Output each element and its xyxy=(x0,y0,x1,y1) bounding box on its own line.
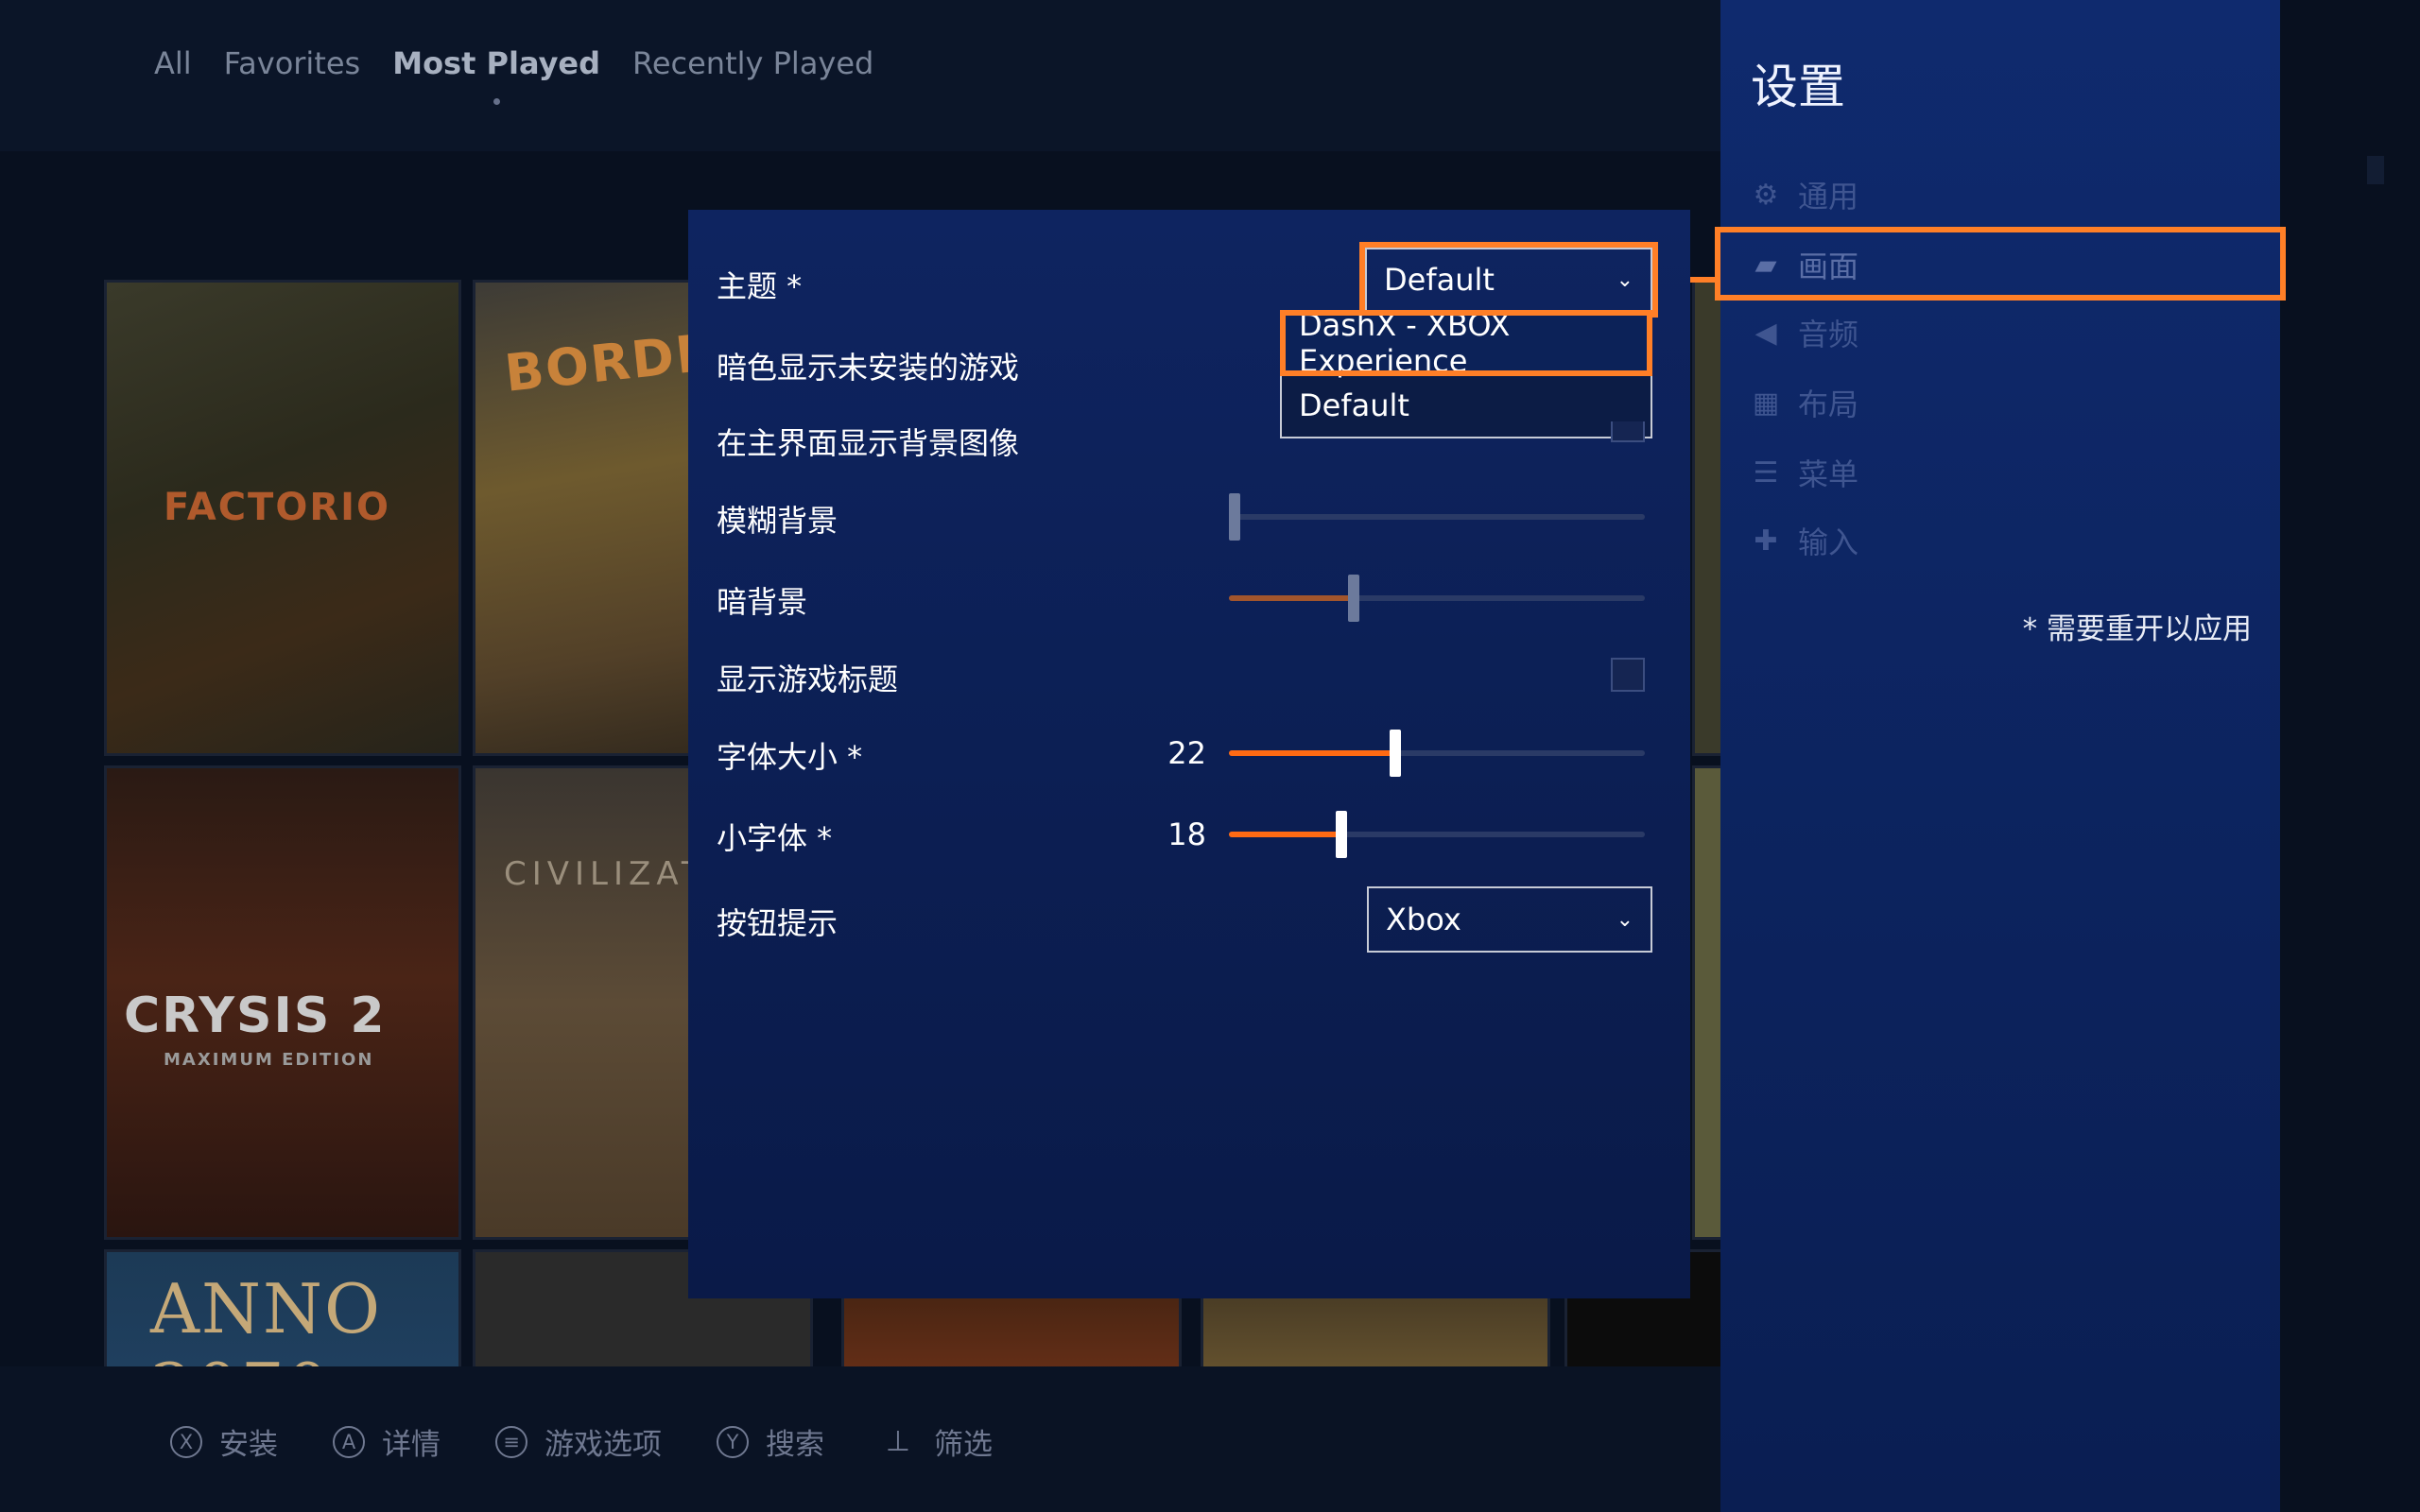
slider-thumb[interactable] xyxy=(1336,811,1347,858)
hint-label: 详情 xyxy=(382,1428,441,1462)
nav-item-label: 布局 xyxy=(1798,387,1859,422)
game-title: ANNO 2070 xyxy=(150,1269,383,1376)
slider-fill xyxy=(1229,832,1341,837)
hint-game-options[interactable]: ≡ 游戏选项 xyxy=(495,1420,662,1463)
theme-dropdown-list: DashX - XBOX Experience Default xyxy=(1280,307,1652,438)
settings-title: 设置 xyxy=(1751,60,1845,114)
nav-item-label: 菜单 xyxy=(1798,456,1859,492)
theme-option-default[interactable]: Default xyxy=(1282,374,1651,437)
font-size-label: 字体大小 * xyxy=(717,739,863,775)
dim-uninstalled-label: 暗色显示未安装的游戏 xyxy=(717,350,1020,386)
blur-bg-slider[interactable] xyxy=(1229,493,1645,541)
stick-r-icon: ⊥ xyxy=(885,1425,911,1458)
dark-bg-slider[interactable] xyxy=(1229,575,1645,622)
game-subtitle: MAXIMUM EDITION xyxy=(164,1050,374,1070)
tab-favorites[interactable]: Favorites xyxy=(224,45,361,81)
x-button-icon: X xyxy=(170,1425,202,1458)
layout-icon: ▦ xyxy=(1752,386,1780,420)
game-tile[interactable] xyxy=(1692,280,1720,756)
theme-dropdown[interactable]: Default ⌄ xyxy=(1359,242,1658,318)
menu-icon: ☰ xyxy=(1753,455,1779,490)
game-tile-factorio[interactable]: FACTORIO xyxy=(104,280,461,756)
hint-filter[interactable]: ⊥ 筛选 xyxy=(879,1420,993,1463)
hint-details[interactable]: A 详情 xyxy=(333,1420,441,1463)
nav-item-label: 通用 xyxy=(1798,179,1859,215)
show-titles-checkbox[interactable] xyxy=(1611,658,1645,692)
hint-search[interactable]: Y 搜索 xyxy=(717,1420,824,1463)
restart-note: * 需要重开以应用 xyxy=(2022,612,2252,646)
nav-item-audio[interactable]: ◀ 音频 xyxy=(1749,304,2259,361)
nav-item-input[interactable]: ✚ 输入 xyxy=(1749,512,2259,569)
tab-all[interactable]: All xyxy=(154,45,192,81)
dark-bg-label: 暗背景 xyxy=(717,584,808,620)
game-title: CRYSIS 2 xyxy=(124,988,387,1044)
hint-install[interactable]: X 安装 xyxy=(170,1420,278,1463)
game-tile-crysis2[interactable]: CRYSIS 2 MAXIMUM EDITION xyxy=(104,765,461,1240)
slider-thumb[interactable] xyxy=(1390,730,1401,777)
right-edge xyxy=(2280,0,2420,1512)
theme-label: 主题 * xyxy=(717,268,803,304)
slider-thumb[interactable] xyxy=(1348,575,1359,622)
hint-label: 搜索 xyxy=(766,1428,824,1462)
tab-recently-played[interactable]: Recently Played xyxy=(632,45,873,81)
nav-item-label: 输入 xyxy=(1798,524,1859,560)
chevron-down-icon: ⌄ xyxy=(1616,907,1634,932)
tab-most-played[interactable]: Most Played xyxy=(392,45,600,105)
button-hints-value: Xbox xyxy=(1386,902,1461,937)
nav-item-general[interactable]: ⚙ 通用 xyxy=(1749,166,2259,223)
game-tile-anno[interactable]: ANNO 2070 xyxy=(104,1249,461,1376)
y-button-icon: Y xyxy=(717,1425,749,1458)
nav-item-menu[interactable]: ☰ 菜单 xyxy=(1749,444,2259,501)
small-font-slider[interactable] xyxy=(1229,811,1645,858)
small-font-value: 18 xyxy=(1167,816,1206,852)
theme-option-dashx[interactable]: DashX - XBOX Experience xyxy=(1280,307,1652,379)
hint-label: 游戏选项 xyxy=(544,1428,662,1462)
menu-button-icon: ≡ xyxy=(495,1425,527,1458)
theme-value: Default xyxy=(1384,262,1495,298)
library-tabs: All Favorites Most Played Recently Playe… xyxy=(154,45,906,105)
display-settings-dialog: 主题 * Default ⌄ DashX - XBOX Experience D… xyxy=(688,210,1690,1298)
chevron-down-icon: ⌄ xyxy=(1616,267,1634,292)
game-tile[interactable] xyxy=(1692,765,1720,1240)
button-hints-bar: X 安装 A 详情 ≡ 游戏选项 Y 搜索 ⊥ 筛选 xyxy=(170,1420,1047,1463)
show-titles-label: 显示游戏标题 xyxy=(717,662,899,697)
hint-label: 安装 xyxy=(219,1428,278,1462)
font-size-value: 22 xyxy=(1167,735,1206,771)
hint-label: 筛选 xyxy=(934,1428,993,1462)
show-bg-checkbox[interactable] xyxy=(1611,421,1645,442)
game-title: FACTORIO xyxy=(164,486,391,529)
speaker-icon: ◀ xyxy=(1754,316,1777,350)
gamepad-icon: ✚ xyxy=(1754,524,1778,558)
font-size-slider[interactable] xyxy=(1229,730,1645,777)
button-hints-label: 按钮提示 xyxy=(717,905,838,941)
selection-highlight xyxy=(1715,227,2286,301)
a-button-icon: A xyxy=(333,1425,365,1458)
edge-scroll-thumb[interactable] xyxy=(2367,156,2384,184)
slider-thumb[interactable] xyxy=(1229,493,1240,541)
blur-bg-label: 模糊背景 xyxy=(717,503,838,539)
nav-item-label: 音频 xyxy=(1798,317,1859,352)
slider-fill xyxy=(1229,595,1354,601)
show-bg-label: 在主界面显示背景图像 xyxy=(717,425,1020,461)
nav-item-layout[interactable]: ▦ 布局 xyxy=(1749,374,2259,431)
button-hints-dropdown[interactable]: Xbox ⌄ xyxy=(1367,886,1652,953)
small-font-label: 小字体 * xyxy=(717,820,833,856)
slider-fill xyxy=(1229,750,1395,756)
gear-icon: ⚙ xyxy=(1753,178,1779,212)
